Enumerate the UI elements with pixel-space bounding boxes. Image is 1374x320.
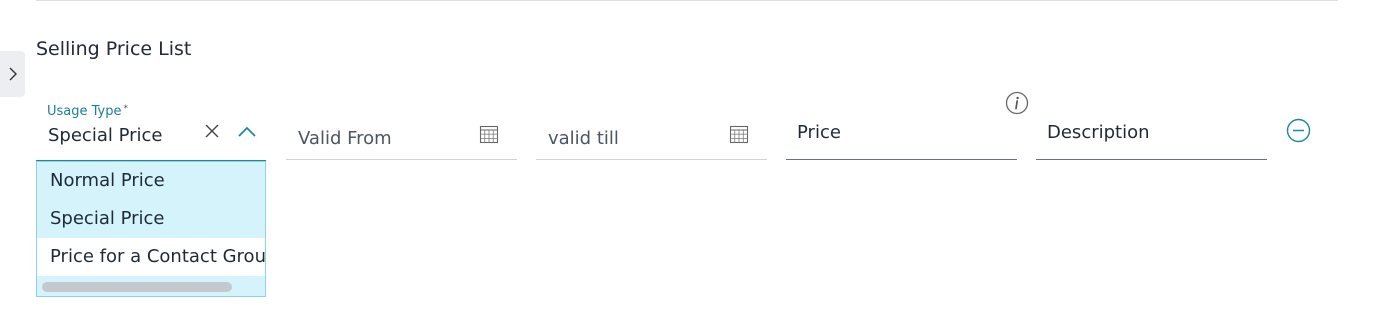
description-underline	[1036, 159, 1267, 160]
price-label: Price	[797, 122, 841, 143]
chevron-up-icon[interactable]	[236, 124, 258, 140]
description-label: Description	[1047, 122, 1150, 143]
usage-type-dropdown[interactable]: Normal Price Special Price Price for a C…	[36, 161, 266, 297]
section-title: Selling Price List	[36, 38, 192, 60]
required-mark: *	[123, 104, 129, 114]
calendar-icon[interactable]	[729, 124, 749, 144]
minus-circle-icon[interactable]	[1286, 118, 1311, 143]
sidebar-toggle-button[interactable]	[0, 51, 25, 97]
usage-type-value: Special Price	[48, 125, 163, 146]
valid-till-underline	[536, 159, 767, 160]
usage-type-select[interactable]: Usage Type * Special Price	[36, 100, 266, 162]
calendar-icon[interactable]	[479, 124, 499, 144]
top-divider	[36, 0, 1338, 1]
valid-from-field[interactable]: Valid From	[286, 118, 517, 160]
valid-from-underline	[286, 159, 517, 160]
valid-till-field[interactable]: valid till	[536, 118, 767, 160]
price-underline	[786, 159, 1017, 160]
valid-from-placeholder: Valid From	[298, 128, 392, 149]
valid-till-placeholder: valid till	[548, 128, 619, 149]
price-field[interactable]: Price	[786, 112, 1017, 160]
chevron-right-icon	[9, 67, 17, 81]
close-icon[interactable]	[203, 122, 221, 140]
description-field[interactable]: Description	[1036, 112, 1267, 160]
dropdown-option-special-price[interactable]: Special Price	[37, 200, 265, 238]
usage-type-label: Usage Type *	[47, 104, 128, 119]
dropdown-option-contact-group-price[interactable]: Price for a Contact Group	[37, 238, 265, 276]
dropdown-option-normal-price[interactable]: Normal Price	[37, 162, 265, 200]
horizontal-scrollbar[interactable]	[42, 282, 232, 292]
